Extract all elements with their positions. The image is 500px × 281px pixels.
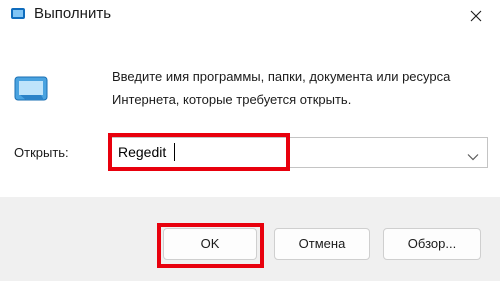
- dialog-body: [0, 32, 500, 200]
- run-dialog-icon: [10, 6, 26, 22]
- close-button[interactable]: [452, 0, 500, 32]
- title-bar: Выполнить: [0, 0, 500, 32]
- open-label: Открыть:: [14, 145, 69, 160]
- input-highlight-frame: [108, 133, 290, 171]
- window-title: Выполнить: [34, 5, 112, 22]
- cancel-button[interactable]: Отмена: [274, 228, 370, 260]
- ok-highlight-frame: [157, 223, 264, 268]
- chevron-down-icon[interactable]: [467, 148, 479, 166]
- browse-button[interactable]: Обзор...: [383, 228, 481, 260]
- dialog-description: Введите имя программы, папки, документа …: [112, 69, 451, 107]
- close-icon: [470, 10, 482, 22]
- run-program-icon: [14, 76, 48, 102]
